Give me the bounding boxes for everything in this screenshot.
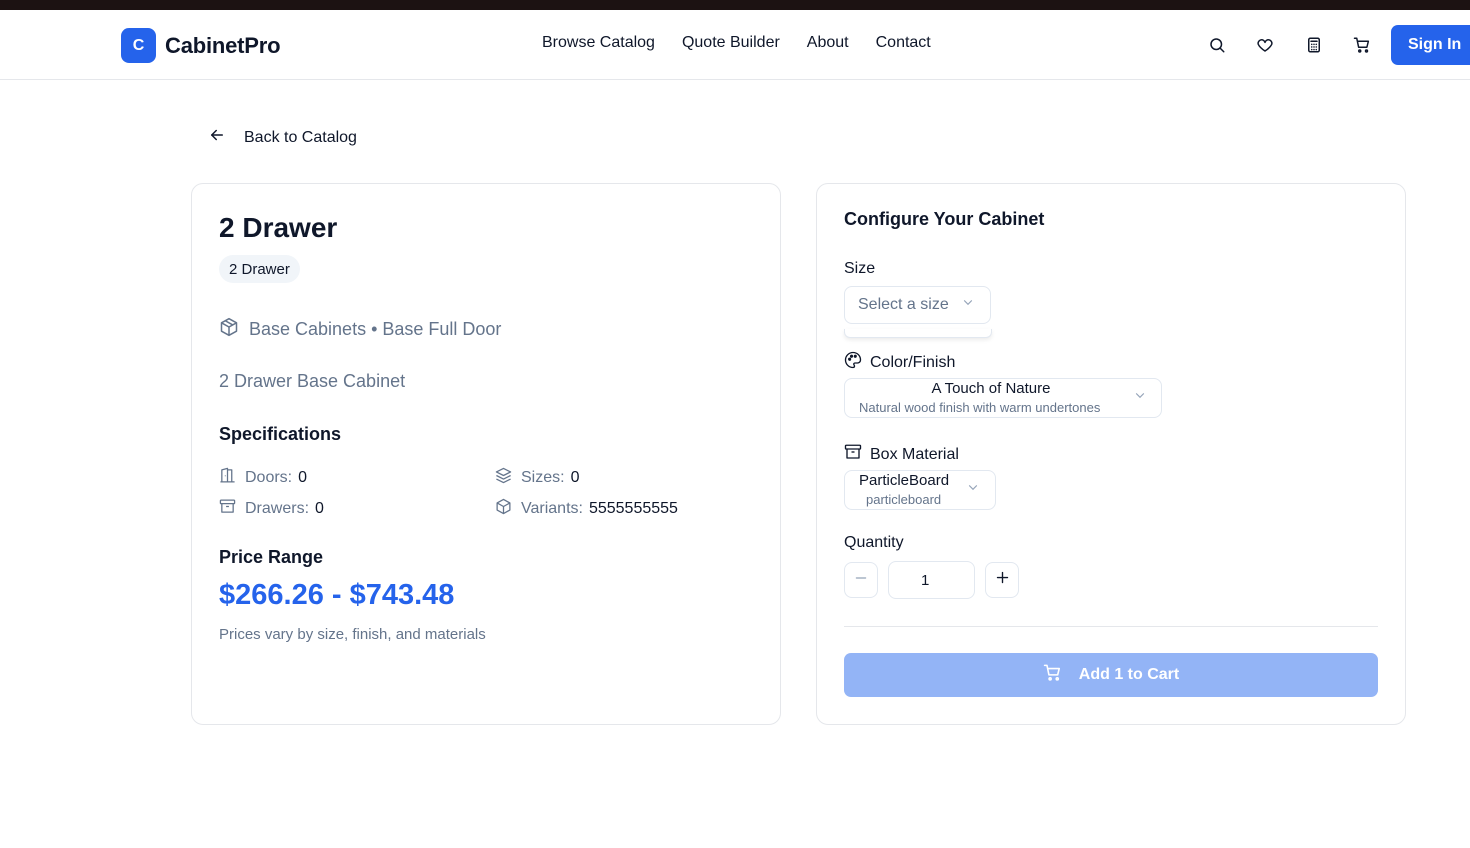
box-value: ParticleBoard [859, 472, 950, 489]
decrease-quantity-button[interactable] [844, 562, 878, 598]
chevron-down-icon [961, 296, 975, 315]
specifications-title: Specifications [219, 424, 342, 444]
cart-icon [1043, 663, 1062, 687]
palette-icon [844, 351, 862, 374]
add-to-cart-label: Add 1 to Cart [1078, 666, 1180, 683]
browser-top-strip [0, 0, 1470, 10]
plus-icon [995, 570, 1010, 590]
size-select[interactable]: Select a size [844, 286, 991, 324]
brand-name: CabinetPro [165, 32, 281, 58]
color-value: A Touch of Nature [931, 380, 1051, 397]
cart-icon[interactable] [1352, 35, 1372, 55]
category-text: Base Cabinets • Base Full Door [249, 319, 502, 339]
product-title: 2 Drawer [219, 212, 338, 243]
heart-icon[interactable] [1255, 35, 1275, 55]
color-finish-select[interactable]: A Touch of Nature Natural wood finish wi… [844, 378, 1162, 418]
quantity-label-text: Quantity [844, 534, 904, 551]
nav-links: Browse Catalog Quote Builder About Conta… [542, 34, 931, 52]
product-category: Base Cabinets • Base Full Door [219, 317, 501, 342]
calculator-icon[interactable] [1304, 35, 1324, 55]
search-icon[interactable] [1207, 35, 1227, 55]
nav-about[interactable]: About [807, 34, 849, 52]
back-label: Back to Catalog [244, 128, 357, 146]
chevron-down-icon [966, 481, 980, 500]
spec-drawers: Drawers: 0 [219, 498, 324, 520]
box-label-text: Box Material [870, 445, 959, 463]
color-label-text: Color/Finish [870, 353, 956, 371]
box-material-select[interactable]: ParticleBoard particleboard [844, 470, 996, 510]
configure-card: Configure Your Cabinet Size Select a siz… [816, 183, 1406, 725]
chevron-down-icon [1133, 389, 1147, 408]
door-icon [219, 467, 236, 489]
spec-variants: Variants: 5555555555 [495, 498, 678, 520]
logo-mark: C [121, 28, 156, 63]
divider [844, 626, 1378, 627]
nav-quote-builder[interactable]: Quote Builder [682, 34, 780, 52]
spec-sizes: Sizes: 0 [495, 467, 579, 489]
increase-quantity-button[interactable] [985, 562, 1019, 598]
size-dropdown-menu [844, 329, 992, 338]
navbar: C CabinetPro Browse Catalog Quote Builde… [0, 10, 1470, 80]
color-finish-label: Color/Finish [844, 351, 955, 374]
configure-title: Configure Your Cabinet [844, 209, 1045, 229]
size-label-text: Size [844, 260, 876, 277]
spec-label: Variants: [521, 500, 583, 517]
size-placeholder: Select a size [858, 296, 949, 313]
nav-browse-catalog[interactable]: Browse Catalog [542, 34, 655, 52]
price-note: Prices vary by size, finish, and materia… [219, 626, 486, 643]
spec-value: 0 [298, 469, 308, 486]
minus-icon [854, 571, 868, 590]
spec-label: Doors: [245, 469, 293, 486]
arrow-left-icon [208, 126, 226, 149]
layers-icon [495, 467, 512, 489]
quantity-input[interactable]: 1 [888, 561, 975, 599]
product-badge: 2 Drawer [219, 255, 300, 283]
color-description: Natural wood finish with warm undertones [859, 400, 1101, 415]
spec-label: Sizes: [521, 469, 565, 486]
product-description: 2 Drawer Base Cabinet [219, 371, 406, 391]
spec-value: 0 [315, 500, 324, 517]
archive-icon [219, 498, 236, 520]
price-range-title: Price Range [219, 547, 324, 567]
spec-value: 5555555555 [588, 500, 678, 517]
box-material-label: Box Material [844, 443, 959, 466]
sign-in-button[interactable]: Sign In [1391, 25, 1470, 65]
add-to-cart-button[interactable]: Add 1 to Cart [844, 653, 1378, 697]
nav-contact[interactable]: Contact [876, 34, 931, 52]
logo[interactable]: C CabinetPro [121, 28, 281, 63]
spec-label: Drawers: [245, 500, 310, 517]
box-icon [495, 498, 512, 520]
box-icon [219, 317, 239, 342]
box-description: particleboard [866, 492, 942, 507]
back-to-catalog-link[interactable]: Back to Catalog [208, 126, 357, 149]
archive-icon [844, 443, 862, 466]
product-info-card: 2 Drawer 2 Drawer Base Cabinets • Base F… [191, 183, 781, 725]
quantity-label: Quantity [844, 534, 904, 552]
spec-doors: Doors: 0 [219, 467, 307, 489]
price-range: $266.26 - $743.48 [219, 579, 455, 611]
size-label: Size [844, 260, 875, 278]
spec-value: 0 [570, 469, 580, 486]
